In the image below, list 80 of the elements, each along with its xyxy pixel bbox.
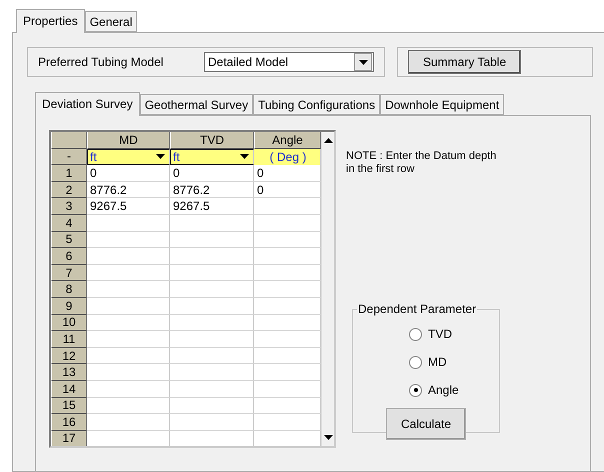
row-header: 4 — [51, 214, 87, 232]
row-header: 1 — [51, 165, 87, 182]
table-cell[interactable] — [87, 414, 170, 431]
table-cell[interactable]: 9267.5 — [87, 198, 170, 215]
tab[interactable]: General — [84, 11, 138, 32]
row-header: 11 — [51, 331, 87, 348]
table-cell[interactable] — [87, 380, 170, 398]
table-cell[interactable] — [170, 331, 254, 348]
row-header: 10 — [51, 314, 87, 332]
tubing-model-dropdown[interactable]: Detailed Model — [204, 52, 374, 72]
table-cell[interactable] — [87, 331, 170, 348]
table-cell[interactable] — [87, 264, 170, 282]
tab[interactable]: Deviation Survey — [35, 92, 140, 116]
corner-cell: - — [51, 148, 87, 166]
radio-option[interactable]: Angle — [373, 376, 479, 404]
tab[interactable]: Geothermal Survey — [140, 94, 254, 115]
radio-option[interactable]: MD — [373, 348, 479, 376]
table-cell[interactable]: 9267.5 — [170, 198, 254, 215]
caret-icon — [156, 154, 164, 160]
row-header: 13 — [51, 364, 87, 381]
table-cell[interactable] — [170, 348, 254, 364]
table-cell[interactable] — [87, 364, 170, 381]
table-cell[interactable]: 8776.2 — [87, 182, 170, 198]
summary-table-button[interactable]: Summary Table — [408, 50, 522, 74]
row-header: 12 — [51, 348, 87, 364]
scroll-up-icon[interactable] — [324, 138, 332, 143]
unit-dropdown[interactable]: ft — [87, 148, 170, 166]
row-header: 15 — [51, 398, 87, 414]
unit-label: ( Deg ) — [254, 148, 321, 166]
calculate-button[interactable]: Calculate — [386, 408, 466, 440]
row-header: 6 — [51, 248, 87, 265]
group-title: Dependent Parameter — [357, 302, 478, 316]
tab[interactable]: Tubing Configurations — [253, 94, 380, 115]
table-cell[interactable] — [170, 264, 254, 282]
row-header: 17 — [51, 430, 87, 446]
note-text: NOTE : Enter the Datum depth in the first row — [346, 150, 498, 176]
radio-button[interactable] — [409, 356, 422, 368]
caret-icon — [358, 60, 368, 64]
row-header: 14 — [51, 380, 87, 398]
unit-dropdown[interactable]: ft — [170, 148, 254, 166]
table-cell[interactable] — [170, 380, 254, 398]
tubing-model-label: Preferred Tubing Model — [38, 55, 164, 69]
caret-icon — [240, 154, 248, 160]
column-header: Angle — [254, 132, 321, 149]
table-cell[interactable] — [170, 314, 254, 332]
table-cell[interactable]: 0 — [87, 165, 170, 182]
table-cell[interactable] — [170, 214, 254, 232]
row-header: 16 — [51, 414, 87, 431]
row-header: 2 — [51, 182, 87, 198]
scrollbar[interactable] — [321, 132, 334, 446]
row-header: 9 — [51, 298, 87, 315]
table-cell[interactable] — [87, 232, 170, 248]
radio-option[interactable]: TVD — [373, 320, 479, 348]
row-header: 3 — [51, 198, 87, 215]
table-cell[interactable]: 0 — [170, 165, 254, 182]
radio-button[interactable] — [409, 328, 422, 340]
table-cell[interactable] — [87, 298, 170, 315]
scroll-down-icon[interactable] — [324, 435, 332, 440]
table-cell[interactable] — [170, 298, 254, 315]
table-cell[interactable] — [87, 214, 170, 232]
tab[interactable]: Downhole Equipment — [380, 94, 504, 115]
table-cell[interactable]: 8776.2 — [170, 182, 254, 198]
table-cell[interactable] — [170, 248, 254, 265]
table-cell[interactable] — [170, 281, 254, 298]
table-cell[interactable] — [87, 348, 170, 364]
row-header: 8 — [51, 281, 87, 298]
table-cell[interactable] — [87, 314, 170, 332]
radio-button[interactable] — [409, 384, 422, 396]
column-header: TVD — [170, 132, 254, 149]
tab[interactable]: Properties — [16, 9, 85, 33]
table-cell[interactable] — [87, 248, 170, 265]
row-header: 7 — [51, 264, 87, 282]
table-cell[interactable] — [170, 398, 254, 414]
table-cell[interactable] — [170, 232, 254, 248]
table-cell[interactable] — [170, 364, 254, 381]
table-cell[interactable] — [170, 414, 254, 431]
table-cell[interactable] — [87, 281, 170, 298]
table-cell[interactable] — [87, 398, 170, 414]
column-header: MD — [87, 132, 170, 149]
row-header: 5 — [51, 232, 87, 248]
